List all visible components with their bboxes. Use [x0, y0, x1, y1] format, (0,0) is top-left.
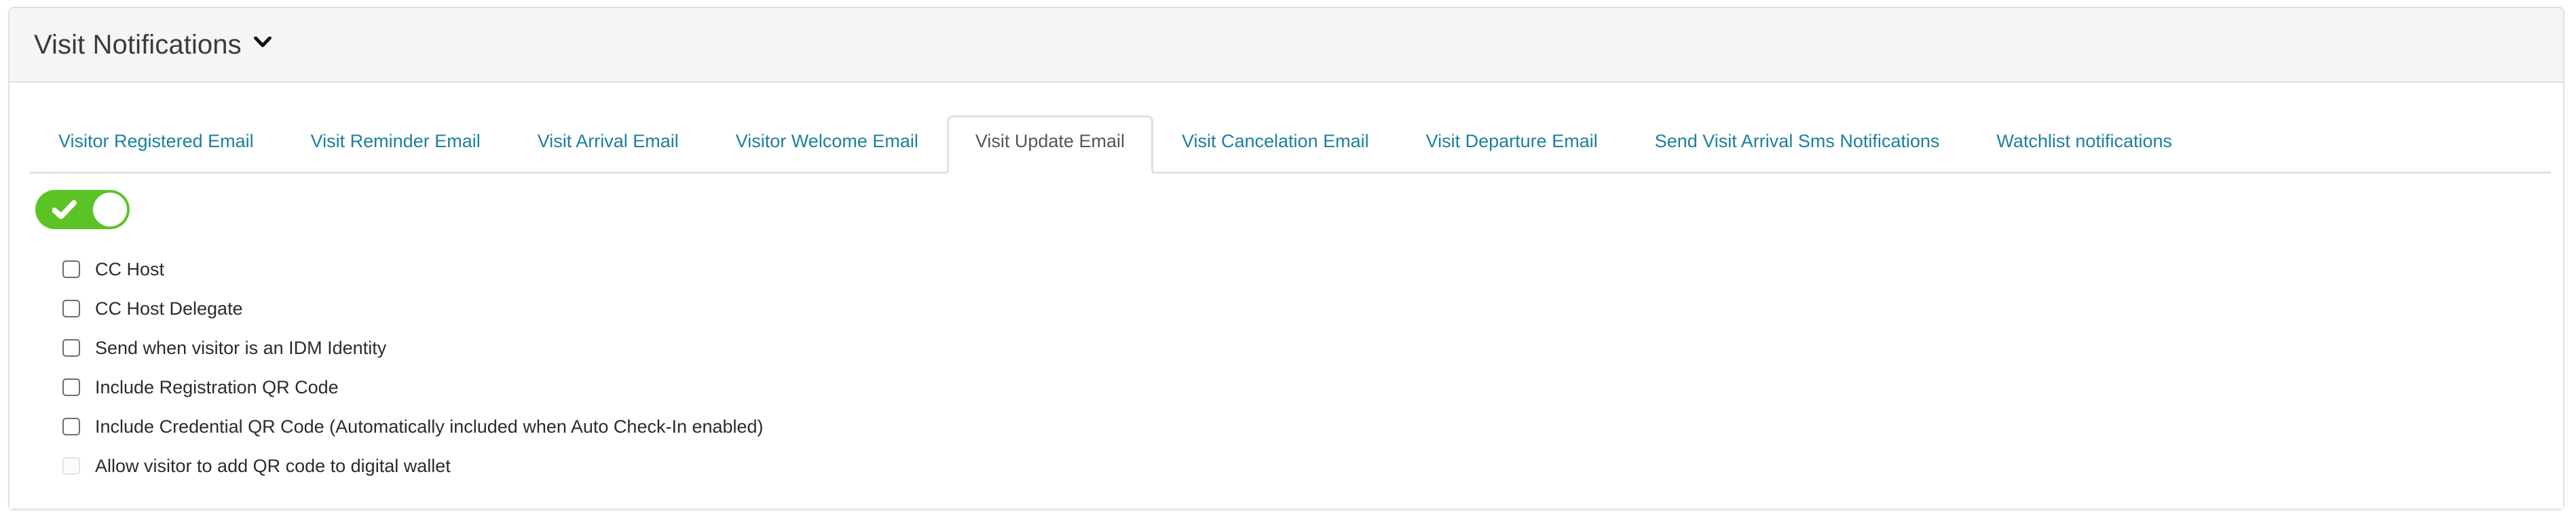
checkbox-row-include-credential-qr-code[interactable]: Include Credential QR Code (Automaticall…	[10, 407, 2563, 446]
tab-label: Visit Departure Email	[1425, 131, 1598, 151]
tab-visitor-welcome-email[interactable]: Visitor Welcome Email	[707, 115, 947, 174]
toggle-knob	[93, 193, 127, 227]
screen-root: Visit Notifications Visitor Registered E…	[0, 0, 2576, 529]
tab-visit-arrival-email[interactable]: Visit Arrival Email	[509, 115, 707, 174]
allow-visitor-add-qr-to-digital-wallet-checkbox	[62, 457, 80, 475]
tab-label: Visit Reminder Email	[310, 131, 481, 151]
cc-host-delegate-checkbox[interactable]	[62, 300, 80, 317]
tab-visit-cancelation-email[interactable]: Visit Cancelation Email	[1153, 115, 1398, 174]
checkbox-row-send-when-visitor-is-idm-identity[interactable]: Send when visitor is an IDM Identity	[10, 328, 2563, 368]
tab-label: Visit Cancelation Email	[1181, 131, 1369, 151]
include-registration-qr-code-checkbox[interactable]	[62, 378, 80, 396]
checkbox-label[interactable]: CC Host Delegate	[95, 299, 243, 318]
tab-watchlist-notifications[interactable]: Watchlist notifications	[1968, 115, 2201, 174]
checkbox-row-allow-visitor-add-qr-to-digital-wallet: Allow visitor to add QR code to digital …	[10, 446, 2563, 486]
tab-label: Visitor Registered Email	[58, 131, 254, 151]
tabs-container: Visitor Registered Email Visit Reminder …	[10, 83, 2563, 174]
checkbox-row-include-registration-qr-code[interactable]: Include Registration QR Code	[10, 368, 2563, 407]
visit-notifications-panel: Visit Notifications Visitor Registered E…	[8, 7, 2564, 510]
tab-visit-update-email[interactable]: Visit Update Email	[946, 115, 1153, 174]
send-when-visitor-is-idm-identity-checkbox[interactable]	[62, 339, 80, 357]
tab-send-visit-arrival-sms-notifications[interactable]: Send Visit Arrival Sms Notifications	[1626, 115, 1968, 174]
checkbox-row-cc-host[interactable]: CC Host	[10, 250, 2563, 289]
checkbox-label: Allow visitor to add QR code to digital …	[95, 455, 451, 476]
enable-notification-toggle[interactable]	[35, 190, 130, 229]
tab-visit-reminder-email[interactable]: Visit Reminder Email	[282, 115, 509, 174]
tab-visitor-registered-email[interactable]: Visitor Registered Email	[30, 115, 282, 174]
chevron-down-icon[interactable]	[253, 36, 272, 48]
tab-label: Visitor Welcome Email	[735, 131, 918, 151]
tab-label: Watchlist notifications	[1996, 131, 2172, 151]
checkbox-label[interactable]: Send when visitor is an IDM Identity	[95, 338, 386, 357]
page-title: Visit Notifications	[34, 30, 242, 60]
notification-options-list: CC Host CC Host Delegate Send when visit…	[10, 250, 2563, 486]
checkbox-label[interactable]: Include Credential QR Code (Automaticall…	[95, 417, 764, 436]
include-credential-qr-code-checkbox[interactable]	[62, 418, 80, 435]
checkbox-label[interactable]: CC Host	[95, 260, 164, 279]
tab-visit-departure-email[interactable]: Visit Departure Email	[1398, 115, 1626, 174]
tab-label: Visit Arrival Email	[537, 131, 679, 151]
tab-label: Send Visit Arrival Sms Notifications	[1654, 131, 1940, 151]
tab-panel-visit-update-email: CC Host CC Host Delegate Send when visit…	[10, 174, 2563, 509]
checkbox-row-cc-host-delegate[interactable]: CC Host Delegate	[10, 289, 2563, 328]
notification-tabs: Visitor Registered Email Visit Reminder …	[30, 99, 2551, 174]
cc-host-checkbox[interactable]	[62, 260, 80, 278]
check-icon	[52, 200, 77, 219]
tab-label: Visit Update Email	[975, 131, 1125, 151]
checkbox-label[interactable]: Include Registration QR Code	[95, 378, 339, 397]
panel-header: Visit Notifications	[10, 8, 2563, 83]
